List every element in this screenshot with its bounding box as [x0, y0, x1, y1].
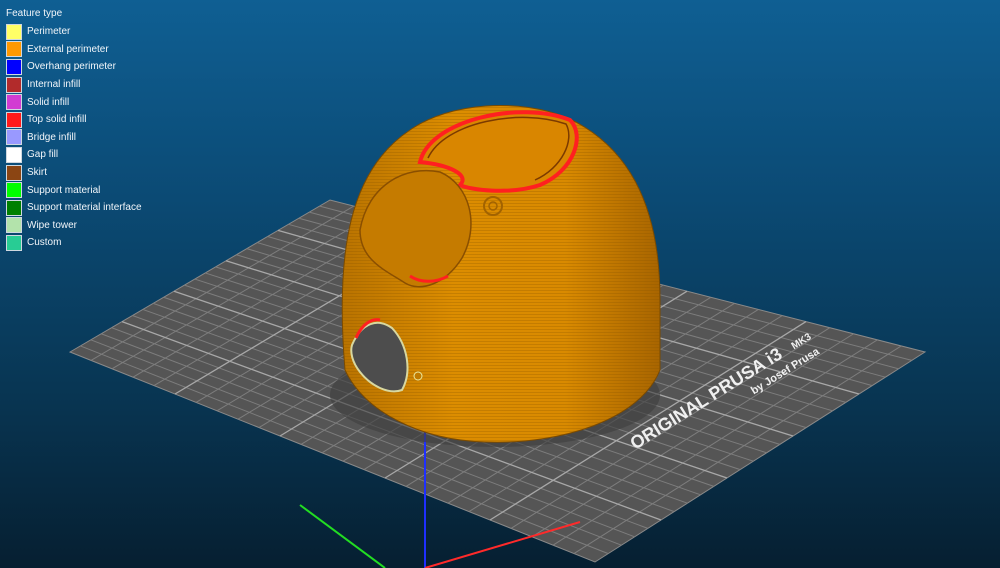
legend-item: Support material [6, 181, 142, 199]
legend-label: Solid infill [27, 96, 70, 108]
legend-color-swatch [6, 76, 22, 93]
legend-item: Wipe tower [6, 217, 142, 235]
y-axis [299, 504, 386, 568]
legend-color-swatch [6, 146, 22, 163]
legend-item: Top solid infill [6, 111, 142, 129]
legend-item: Support material interface [6, 199, 142, 217]
legend-item: Internal infill [6, 76, 142, 94]
legend-label: External perimeter [27, 43, 109, 55]
legend-color-swatch [6, 182, 22, 199]
feature-type-legend: Feature type Perimeter External perimeter… [6, 8, 142, 252]
legend-title: Feature type [6, 8, 63, 19]
legend-label: Bridge infill [27, 131, 76, 143]
legend-item: External perimeter [6, 41, 142, 59]
legend-color-swatch [6, 111, 22, 128]
legend-color-swatch [6, 23, 22, 40]
legend-item: Bridge infill [6, 129, 142, 147]
legend-item: Gap fill [6, 146, 142, 164]
legend-label: Support material [27, 184, 101, 196]
legend-color-swatch [6, 164, 22, 181]
legend-item: Overhang perimeter [6, 58, 142, 76]
legend-color-swatch [6, 234, 22, 251]
legend-label: Support material interface [27, 202, 142, 214]
legend-color-swatch [6, 199, 22, 216]
legend-color-swatch [6, 58, 22, 75]
legend-label: Internal infill [27, 79, 81, 91]
legend-item: Solid infill [6, 93, 142, 111]
legend-item: Custom [6, 234, 142, 252]
legend-color-swatch [6, 94, 22, 111]
legend-label: Gap fill [27, 149, 59, 161]
legend-item: Skirt [6, 164, 142, 182]
legend-label: Wipe tower [27, 219, 78, 231]
printed-model-dome [330, 105, 661, 447]
legend-label: Overhang perimeter [27, 61, 116, 73]
legend-label: Custom [27, 237, 62, 249]
legend-color-swatch [6, 129, 22, 146]
legend-label: Perimeter [27, 26, 71, 38]
legend-item: Perimeter [6, 23, 142, 41]
legend-color-swatch [6, 217, 22, 234]
legend-label: Skirt [27, 167, 47, 179]
legend-color-swatch [6, 41, 22, 58]
legend-label: Top solid infill [27, 114, 87, 126]
3d-viewport[interactable]: ORIGINAL PRUSA i3 MK3 by Josef Prusa [0, 0, 1000, 568]
